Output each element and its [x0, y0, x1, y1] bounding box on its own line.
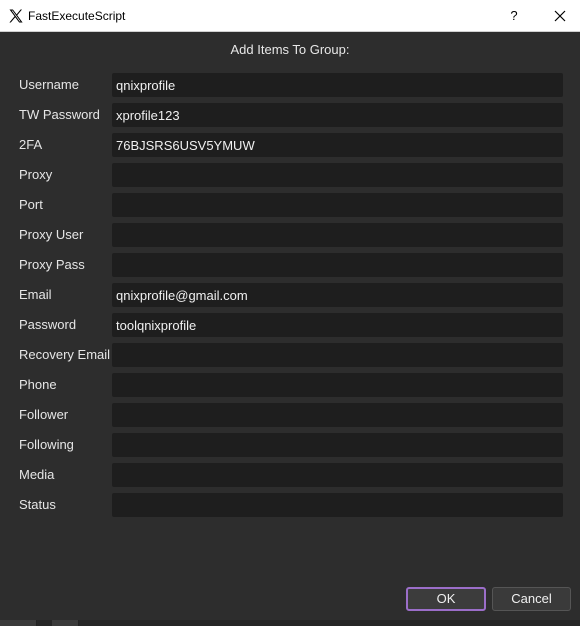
field-label-tw-password: TW Password — [19, 107, 100, 122]
help-button[interactable]: ? — [494, 0, 534, 32]
field-input-username[interactable] — [112, 73, 563, 97]
field-input-proxy[interactable] — [112, 163, 563, 187]
field-input-proxy-pass[interactable] — [112, 253, 563, 277]
form-row-username: Username — [0, 73, 580, 97]
form-row-status: Status — [0, 493, 580, 517]
field-input-follower[interactable] — [112, 403, 563, 427]
field-label-recovery-email: Recovery Email — [19, 347, 111, 362]
field-label-follower: Follower — [19, 407, 69, 422]
bottom-strip — [0, 620, 580, 626]
x-logo-icon — [8, 8, 24, 24]
field-label-media: Media — [19, 467, 55, 482]
form-row-email: Email — [0, 283, 580, 307]
window-title: FastExecuteScript — [28, 9, 126, 23]
field-label-username: Username — [19, 77, 79, 92]
form-row-tw-password: TW Password — [0, 103, 580, 127]
form-row-port: Port — [0, 193, 580, 217]
field-input-proxy-user[interactable] — [112, 223, 563, 247]
form-row-recovery-email: Recovery Email — [0, 343, 580, 367]
field-label-port: Port — [19, 197, 43, 212]
field-input-email[interactable] — [112, 283, 563, 307]
form-row-password: Password — [0, 313, 580, 337]
field-label-email: Email — [19, 287, 52, 302]
field-label-password: Password — [19, 317, 77, 332]
dialog-heading: Add Items To Group: — [230, 42, 350, 57]
dialog-window: FastExecuteScript ? Add Items To Group: … — [0, 0, 580, 626]
form-row-media: Media — [0, 463, 580, 487]
close-icon — [554, 10, 566, 22]
field-label-status: Status — [19, 497, 56, 512]
field-input-recovery-email[interactable] — [112, 343, 563, 367]
field-label-following: Following — [19, 437, 74, 452]
field-input-phone[interactable] — [112, 373, 563, 397]
close-button[interactable] — [540, 0, 580, 32]
form-row-phone: Phone — [0, 373, 580, 397]
field-input-following[interactable] — [112, 433, 563, 457]
form-row-2fa: 2FA — [0, 133, 580, 157]
field-label-proxy-pass: Proxy Pass — [19, 257, 85, 272]
form-row-proxy: Proxy — [0, 163, 580, 187]
field-label-phone: Phone — [19, 377, 57, 392]
field-input-password[interactable] — [112, 313, 563, 337]
status-segment — [0, 620, 37, 626]
field-input-2fa[interactable] — [112, 133, 563, 157]
field-input-status[interactable] — [112, 493, 563, 517]
field-label-proxy-user: Proxy User — [19, 227, 84, 242]
ok-button[interactable]: OK — [406, 587, 486, 611]
form-row-proxy-user: Proxy User — [0, 223, 580, 247]
field-input-port[interactable] — [112, 193, 563, 217]
cancel-button[interactable]: Cancel — [492, 587, 571, 611]
form-row-follower: Follower — [0, 403, 580, 427]
status-segment — [52, 620, 79, 626]
field-input-media[interactable] — [112, 463, 563, 487]
title-bar[interactable]: FastExecuteScript ? — [0, 0, 580, 32]
form-row-proxy-pass: Proxy Pass — [0, 253, 580, 277]
field-label-proxy: Proxy — [19, 167, 53, 182]
form-row-following: Following — [0, 433, 580, 457]
field-label-2fa: 2FA — [19, 137, 43, 152]
field-input-tw-password[interactable] — [112, 103, 563, 127]
